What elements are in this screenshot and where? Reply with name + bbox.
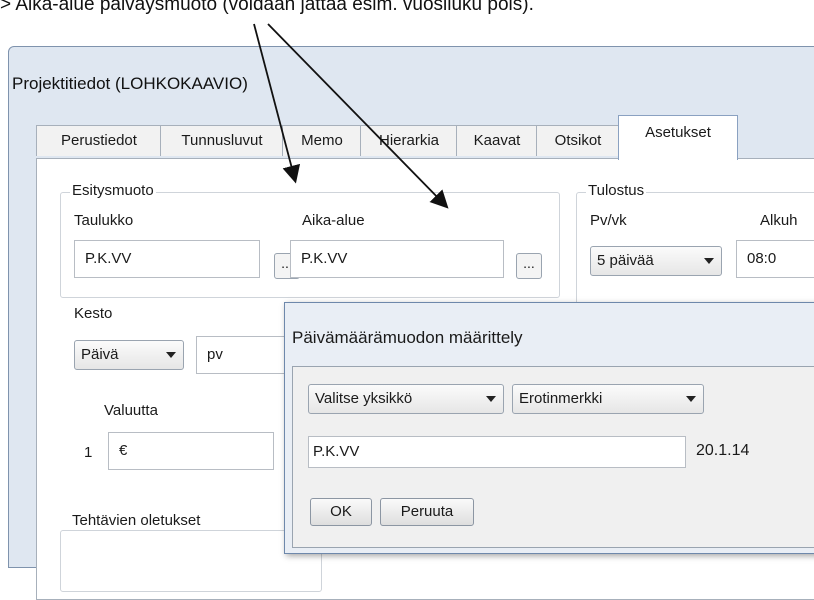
tab-asetukset[interactable]: Asetukset bbox=[618, 115, 738, 160]
chevron-down-icon bbox=[686, 396, 696, 402]
arrow-to-aika-label bbox=[253, 23, 301, 184]
format-string-input[interactable]: P.K.VV bbox=[308, 436, 686, 468]
unit-select-value: Valitse yksikkö bbox=[315, 390, 413, 407]
separator-select-value: Erotinmerkki bbox=[519, 390, 603, 407]
cancel-button[interactable]: Peruuta bbox=[380, 498, 474, 526]
chevron-down-icon bbox=[486, 396, 496, 402]
format-preview: 20.1.14 bbox=[696, 442, 750, 459]
unit-select[interactable]: Valitse yksikkö bbox=[308, 384, 504, 414]
separator-select[interactable]: Erotinmerkki bbox=[512, 384, 704, 414]
ok-button[interactable]: OK bbox=[310, 498, 372, 526]
dialog-title: Päivämäärämuodon määrittely bbox=[292, 328, 523, 347]
